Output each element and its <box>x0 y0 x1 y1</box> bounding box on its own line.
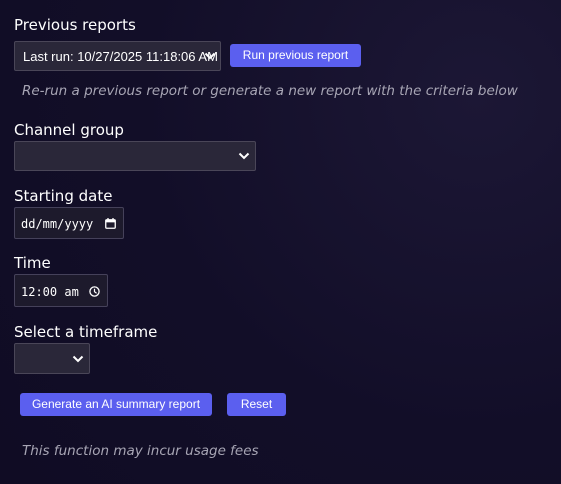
timeframe-label: Select a timeframe <box>14 323 158 341</box>
run-previous-report-button[interactable]: Run previous report <box>230 44 361 67</box>
chevron-down-icon <box>72 355 84 362</box>
chevron-down-icon <box>238 152 250 160</box>
channel-group-label: Channel group <box>14 121 124 139</box>
time-input[interactable]: 12:00 am <box>14 274 108 307</box>
previous-reports-selected-value: Last run: 10/27/2025 11:18:06 AM <box>23 49 218 64</box>
reset-button[interactable]: Reset <box>227 393 286 416</box>
usage-fees-note: This function may incur usage fees <box>22 443 259 459</box>
starting-date-input[interactable]: dd/mm/yyyy <box>14 207 124 239</box>
previous-reports-heading: Previous reports <box>14 16 136 34</box>
time-label: Time <box>14 254 51 272</box>
generate-ai-summary-button[interactable]: Generate an AI summary report <box>20 393 212 416</box>
timeframe-select[interactable] <box>14 343 90 374</box>
starting-date-label: Starting date <box>14 187 113 205</box>
previous-reports-hint: Re-run a previous report or generate a n… <box>22 83 518 99</box>
starting-date-placeholder: dd/mm/yyyy <box>21 217 94 231</box>
time-value: 12:00 am <box>21 285 79 299</box>
report-page: Previous reports Last run: 10/27/2025 11… <box>0 0 561 484</box>
channel-group-select[interactable] <box>14 141 256 171</box>
chevron-down-icon <box>204 52 216 60</box>
previous-reports-select[interactable]: Last run: 10/27/2025 11:18:06 AM <box>14 41 221 71</box>
clock-icon[interactable] <box>89 286 100 297</box>
calendar-icon[interactable] <box>105 218 116 229</box>
